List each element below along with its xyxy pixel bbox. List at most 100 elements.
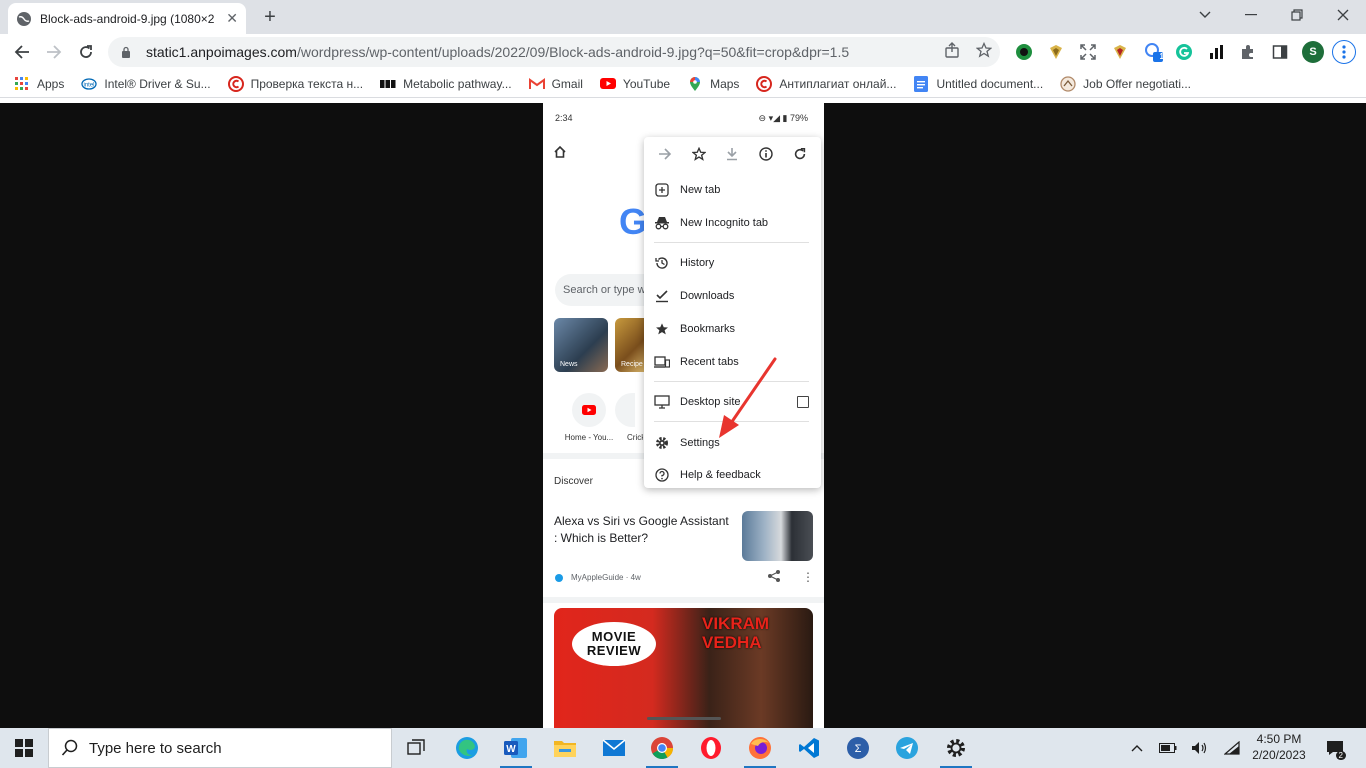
menu-separator bbox=[654, 242, 809, 243]
active-tab[interactable]: Block-ads-android-9.jpg (1080×2 ✕ bbox=[8, 3, 246, 34]
system-clock[interactable]: 4:50 PM 2/20/2023 bbox=[1244, 731, 1314, 763]
bookmark-item[interactable]: Job Offer negotiati... bbox=[1060, 75, 1192, 92]
volume-icon[interactable] bbox=[1189, 728, 1211, 768]
bookmark-item[interactable]: intel Intel® Driver & Su... bbox=[81, 76, 211, 92]
reload-button[interactable] bbox=[74, 40, 98, 64]
back-button[interactable] bbox=[10, 40, 34, 64]
bookmark-item[interactable]: Metabolic pathway... bbox=[380, 76, 512, 92]
menu-item-recent-tabs[interactable]: Recent tabs bbox=[644, 347, 821, 377]
wifi-icon[interactable] bbox=[1221, 728, 1243, 768]
extension-expand-icon[interactable] bbox=[1078, 42, 1098, 62]
taskbar-search-box[interactable]: Type here to search bbox=[48, 728, 392, 768]
toolbar: static1.anpoimages.com/wordpress/wp-cont… bbox=[0, 34, 1366, 70]
extension-green-icon[interactable] bbox=[1014, 42, 1034, 62]
tab-search-icon[interactable] bbox=[1182, 0, 1228, 30]
recipe-thumb-label: Recipe bbox=[621, 361, 643, 368]
source-text: MyAppleGuide · 4w bbox=[571, 573, 641, 582]
share-icon bbox=[768, 570, 780, 582]
minimize-button[interactable] bbox=[1228, 0, 1274, 30]
menu-item-help-feedback[interactable]: Help & feedback bbox=[644, 460, 821, 490]
menu-item-downloads[interactable]: Downloads bbox=[644, 281, 821, 311]
grammarly-icon[interactable] bbox=[1174, 42, 1194, 62]
download-icon bbox=[724, 146, 740, 162]
bookmark-label: Job Offer negotiati... bbox=[1083, 76, 1192, 91]
extensions-puzzle-icon[interactable] bbox=[1238, 42, 1258, 62]
word-icon[interactable]: W bbox=[492, 728, 540, 768]
forward-button[interactable] bbox=[42, 40, 66, 64]
tab-title: Block-ads-android-9.jpg (1080×2 bbox=[40, 11, 215, 26]
menu-item-history[interactable]: History bbox=[644, 248, 821, 278]
side-panel-icon[interactable] bbox=[1270, 42, 1290, 62]
monitor-icon bbox=[654, 394, 670, 410]
desktop-site-checkbox[interactable] bbox=[797, 396, 809, 408]
job-icon bbox=[1060, 75, 1076, 92]
status-icons: ⊖ ▾◢ ▮ 79% bbox=[759, 113, 808, 124]
article-title: Alexa vs Siri vs Google Assistant : Whic… bbox=[554, 514, 729, 545]
incognito-icon bbox=[654, 215, 670, 231]
bookmark-item[interactable]: Gmail bbox=[528, 76, 583, 92]
restore-button[interactable] bbox=[1274, 0, 1320, 30]
battery-icon[interactable] bbox=[1157, 728, 1179, 768]
menu-item-new-tab[interactable]: New tab bbox=[644, 175, 821, 205]
share-icon[interactable] bbox=[944, 42, 960, 58]
close-window-button[interactable] bbox=[1320, 0, 1366, 30]
extension-badge-icon[interactable]: 1 bbox=[1144, 42, 1164, 62]
maps-pin-icon bbox=[687, 76, 703, 92]
address-bar[interactable]: static1.anpoimages.com/wordpress/wp-cont… bbox=[108, 37, 1000, 67]
extension-shield-icon[interactable] bbox=[1046, 42, 1066, 62]
edge-icon[interactable] bbox=[443, 728, 491, 768]
bookmark-item[interactable]: Антиплагиат онлай... bbox=[756, 75, 897, 92]
task-view-icon[interactable] bbox=[392, 728, 440, 768]
windows-logo-icon bbox=[15, 739, 33, 757]
movie-title: VIKRAM VEDHA bbox=[702, 614, 769, 652]
url-text: static1.anpoimages.com/wordpress/wp-cont… bbox=[146, 44, 849, 60]
menu-item-label: History bbox=[680, 257, 715, 269]
star-icon bbox=[691, 146, 707, 162]
image-viewport: 2:34 ⊖ ▾◢ ▮ 79% G Search or type w News … bbox=[0, 103, 1366, 728]
bookmark-item[interactable]: Apps bbox=[14, 76, 64, 92]
chrome-overflow-menu: New tab New Incognito tab History Downloads… bbox=[644, 137, 821, 488]
notification-center-icon[interactable]: 2 bbox=[1322, 728, 1348, 768]
bookmark-star-icon[interactable] bbox=[976, 42, 992, 58]
firefox-icon[interactable] bbox=[736, 728, 784, 768]
settings-gear-icon[interactable] bbox=[932, 728, 980, 768]
extension-chart-icon[interactable] bbox=[1206, 42, 1226, 62]
file-explorer-icon[interactable] bbox=[541, 728, 589, 768]
bookmark-item[interactable]: Проверка текста н... bbox=[227, 75, 363, 92]
menu-item-bookmarks[interactable]: Bookmarks bbox=[644, 314, 821, 344]
taskbar-search-placeholder: Type here to search bbox=[89, 739, 222, 757]
vscode-icon[interactable] bbox=[785, 728, 833, 768]
shortcut-label: Home - You... bbox=[564, 433, 614, 442]
article-source: MyAppleGuide · 4w bbox=[555, 573, 641, 582]
clock-time: 4:50 PM bbox=[1256, 732, 1302, 746]
bookmark-item[interactable]: Untitled document... bbox=[913, 75, 1043, 92]
bookmark-item[interactable]: Maps bbox=[687, 76, 739, 92]
telegram-icon[interactable] bbox=[883, 728, 931, 768]
chrome-icon[interactable] bbox=[638, 728, 686, 768]
menu-item-new-incognito-tab[interactable]: New Incognito tab bbox=[644, 208, 821, 238]
tray-overflow-chevron-icon[interactable] bbox=[1126, 728, 1148, 768]
refresh-icon bbox=[792, 146, 808, 162]
opera-icon[interactable] bbox=[687, 728, 735, 768]
menu-item-label: Bookmarks bbox=[680, 323, 736, 335]
calculator-app-icon[interactable]: Σ bbox=[834, 728, 882, 768]
svg-text:Σ: Σ bbox=[855, 743, 862, 755]
section-divider bbox=[543, 597, 824, 603]
extension-shield2-icon[interactable] bbox=[1110, 42, 1130, 62]
svg-text:intel: intel bbox=[84, 82, 95, 88]
movie-bubble-line2: REVIEW bbox=[586, 643, 642, 658]
gesture-bar bbox=[647, 717, 721, 720]
mail-icon[interactable] bbox=[590, 728, 638, 768]
menu-item-label: Recent tabs bbox=[680, 356, 739, 368]
menu-item-settings[interactable]: Settings bbox=[644, 428, 821, 458]
new-tab-button[interactable]: + bbox=[258, 6, 282, 28]
menu-kebab-icon[interactable] bbox=[1332, 40, 1356, 64]
recipe-thumbnail: Recipe bbox=[615, 318, 645, 372]
profile-avatar[interactable]: S bbox=[1302, 41, 1324, 63]
tab-close-icon[interactable]: ✕ bbox=[226, 10, 238, 27]
start-button[interactable] bbox=[0, 728, 48, 768]
notification-count: 2 bbox=[1335, 751, 1346, 760]
bookmark-item[interactable]: YouTube bbox=[599, 76, 670, 92]
menu-item-desktop-site[interactable]: Desktop site bbox=[644, 387, 821, 417]
bookmark-label: Антиплагиат онлай... bbox=[779, 76, 897, 91]
